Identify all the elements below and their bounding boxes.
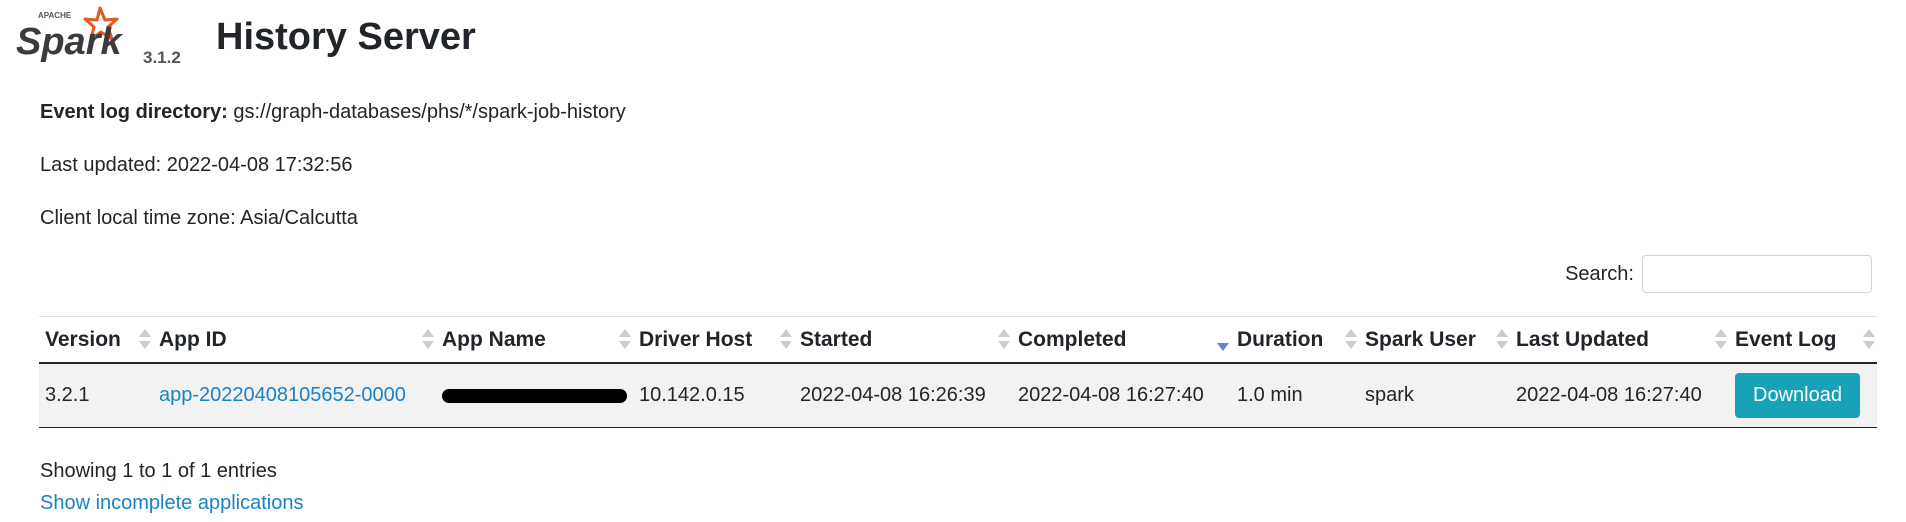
cell-duration: 1.0 min (1231, 363, 1359, 428)
col-completed[interactable]: Completed (1012, 316, 1231, 364)
sort-icon (780, 329, 792, 353)
spark-logo: APACHE Spark (16, 6, 136, 70)
cell-app-id: app-20220408105652-0000 (153, 363, 436, 428)
sort-icon (1345, 329, 1357, 353)
cell-completed: 2022-04-08 16:27:40 (1012, 363, 1231, 428)
last-updated: Last updated: 2022-04-08 17:32:56 (40, 154, 353, 176)
show-incomplete-link[interactable]: Show incomplete applications (40, 492, 304, 515)
redacted-app-name (442, 388, 627, 403)
event-log-directory: Event log directory: gs://graph-database… (40, 101, 626, 124)
col-spark-user[interactable]: Spark User (1359, 316, 1510, 364)
logo-superscript: APACHE (38, 11, 72, 20)
search-input[interactable] (1642, 255, 1872, 293)
col-duration[interactable]: Duration (1231, 316, 1359, 364)
cell-driver-host: 10.142.0.15 (633, 363, 794, 428)
cell-event-log: Download (1729, 363, 1877, 428)
col-driver-host[interactable]: Driver Host (633, 316, 794, 364)
col-last-updated[interactable]: Last Updated (1510, 316, 1729, 364)
col-app-id[interactable]: App ID (153, 316, 436, 364)
app-id-link[interactable]: app-20220408105652-0000 (159, 384, 406, 406)
sort-icon (1496, 329, 1508, 353)
cell-last-updated: 2022-04-08 16:27:40 (1510, 363, 1729, 428)
logo-brand: Spark (16, 21, 123, 63)
cell-started: 2022-04-08 16:26:39 (794, 363, 1012, 428)
spark-version: 3.1.2 (143, 48, 181, 67)
download-button[interactable]: Download (1735, 373, 1860, 418)
cell-app-name (436, 363, 633, 428)
table-header-row: Version App ID App Name Driver Host Star… (39, 316, 1877, 364)
search-box: Search: (1565, 255, 1872, 293)
cell-version: 3.2.1 (39, 363, 153, 428)
history-table: Version App ID App Name Driver Host Star… (39, 316, 1877, 428)
event-log-value: gs://graph-databases/phs/*/spark-job-his… (233, 101, 626, 123)
event-log-label: Event log directory: (40, 101, 228, 123)
client-timezone: Client local time zone: Asia/Calcutta (40, 207, 358, 229)
table-row: 3.2.1 app-20220408105652-0000 10.142.0.1… (39, 363, 1877, 428)
col-app-name[interactable]: App Name (436, 316, 633, 364)
sort-desc-icon (1217, 329, 1229, 353)
sort-icon (619, 329, 631, 353)
col-started[interactable]: Started (794, 316, 1012, 364)
page-title: History Server (216, 16, 476, 58)
sort-icon (1863, 329, 1875, 353)
cell-spark-user: spark (1359, 363, 1510, 428)
sort-icon (998, 329, 1010, 353)
sort-icon (139, 329, 151, 353)
entries-info: Showing 1 to 1 of 1 entries (40, 460, 277, 482)
col-version[interactable]: Version (39, 316, 153, 364)
search-label: Search: (1565, 262, 1634, 285)
col-event-log[interactable]: Event Log (1729, 316, 1877, 364)
sort-icon (422, 329, 434, 353)
sort-icon (1715, 329, 1727, 353)
